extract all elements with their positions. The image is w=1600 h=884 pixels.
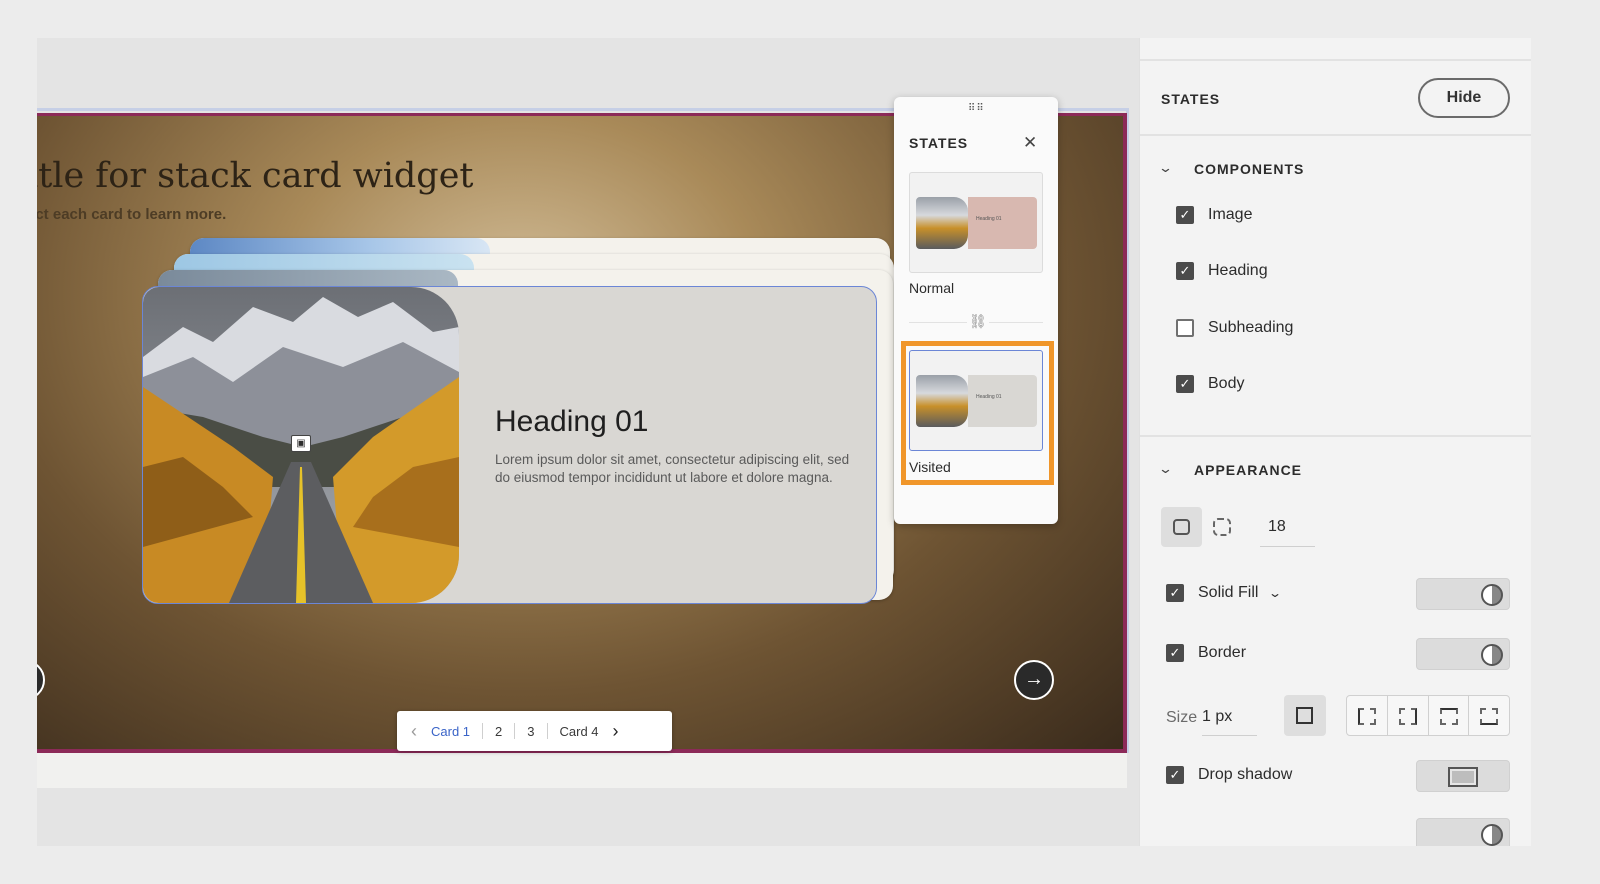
next-swatch-partial[interactable] — [1416, 818, 1510, 846]
border-all-sides-button[interactable] — [1284, 695, 1326, 736]
stack-card-front[interactable]: ▣ Heading 01 Lorem ipsum dolor sit amet,… — [142, 286, 877, 604]
drop-shadow-label: Drop shadow — [1198, 766, 1293, 783]
state-thumb-normal[interactable]: Heading 01 — [909, 172, 1043, 273]
opacity-icon[interactable] — [1481, 824, 1503, 846]
border-size-label: Size — [1166, 709, 1198, 726]
states-popup-title: STATES — [909, 135, 969, 151]
card-heading[interactable]: Heading 01 — [495, 405, 648, 439]
chevron-down-icon[interactable]: ⌄ — [1158, 160, 1173, 176]
drop-shadow-checkbox[interactable]: ✓ Drop shadow — [1166, 766, 1292, 784]
shadow-icon — [1448, 767, 1478, 787]
border-bottom-button[interactable] — [1469, 696, 1509, 735]
section-divider — [1140, 59, 1531, 61]
checkbox-unchecked-icon[interactable] — [1176, 319, 1194, 337]
state-thumb-body — [968, 197, 1037, 249]
component-label: Image — [1208, 206, 1253, 223]
border-all-icon — [1296, 707, 1313, 724]
prev-arrow-button[interactable]: ← — [37, 660, 45, 700]
card-body[interactable]: Lorem ipsum dolor sit amet, consectetur … — [495, 451, 855, 487]
card-image[interactable]: ▣ — [143, 287, 459, 603]
border-left-icon — [1358, 708, 1376, 725]
pager-separator — [482, 723, 484, 739]
state-thumb-image — [916, 197, 968, 249]
border-top-button[interactable] — [1429, 696, 1470, 735]
pager-separator — [546, 723, 548, 739]
checkbox-checked-icon[interactable]: ✓ — [1166, 584, 1184, 602]
component-heading-checkbox[interactable]: ✓ Heading — [1176, 262, 1268, 280]
drag-handle-icon[interactable]: ⠿⠿ — [968, 103, 985, 114]
border-left-button[interactable] — [1347, 696, 1388, 735]
component-body-checkbox[interactable]: ✓ Body — [1176, 375, 1244, 393]
border-size-input[interactable]: 1 px — [1202, 698, 1257, 736]
slide-title: itle for stack card widget — [37, 156, 474, 196]
state-label-normal: Normal — [909, 280, 955, 296]
pager-item-2[interactable]: 2 — [495, 724, 502, 739]
pager-prev-chevron-icon[interactable]: ‹ — [411, 721, 417, 742]
checkbox-checked-icon[interactable]: ✓ — [1176, 375, 1194, 393]
properties-panel: STATES Hide ⌄ COMPONENTS ✓ Image ✓ Headi… — [1139, 38, 1531, 846]
solid-fill-checkbox[interactable]: ✓ Solid Fill ⌄ — [1166, 584, 1283, 602]
next-arrow-button[interactable]: → — [1014, 660, 1054, 700]
checkbox-checked-icon[interactable]: ✓ — [1176, 206, 1194, 224]
solid-fill-swatch[interactable] — [1416, 578, 1510, 610]
image-placeholder-icon[interactable]: ▣ — [291, 435, 311, 452]
uniform-corner-button[interactable] — [1161, 507, 1202, 547]
appearance-section-title[interactable]: APPEARANCE — [1194, 462, 1302, 478]
individual-corners-icon[interactable] — [1213, 518, 1231, 536]
components-section-title[interactable]: COMPONENTS — [1194, 161, 1304, 177]
component-label: Subheading — [1208, 319, 1294, 336]
checkbox-checked-icon[interactable]: ✓ — [1166, 644, 1184, 662]
app-root: itle for stack card widget ect each card… — [0, 0, 1600, 884]
panel-title: STATES — [1161, 91, 1221, 107]
close-icon[interactable]: ✕ — [1023, 133, 1037, 153]
state-thumb-heading: Heading 01 — [976, 216, 1002, 222]
opacity-icon[interactable] — [1481, 584, 1503, 606]
opacity-icon[interactable] — [1481, 644, 1503, 666]
component-image-checkbox[interactable]: ✓ Image — [1176, 206, 1252, 224]
component-label: Heading — [1208, 262, 1268, 279]
pager-item-card-1[interactable]: Card 1 — [431, 724, 470, 739]
rounded-square-icon — [1173, 519, 1190, 535]
border-bottom-icon — [1480, 708, 1499, 725]
border-right-icon — [1398, 708, 1417, 725]
slide-subtitle: ect each card to learn more. — [37, 206, 227, 223]
border-label: Border — [1198, 644, 1247, 661]
section-divider — [1140, 134, 1531, 136]
pager-next-chevron-icon[interactable]: › — [613, 721, 619, 742]
border-color-swatch[interactable] — [1416, 638, 1510, 670]
hide-button[interactable]: Hide — [1418, 78, 1510, 118]
border-top-icon — [1439, 708, 1458, 725]
chevron-down-icon[interactable]: ⌄ — [1158, 461, 1173, 477]
card-pager: ‹ Card 1 2 3 Card 4 › — [397, 711, 672, 751]
pager-separator — [514, 723, 516, 739]
corner-radius-input[interactable]: 18 — [1260, 507, 1315, 547]
checkbox-checked-icon[interactable]: ✓ — [1176, 262, 1194, 280]
checkbox-checked-icon[interactable]: ✓ — [1166, 766, 1184, 784]
border-checkbox[interactable]: ✓ Border — [1166, 644, 1246, 662]
component-label: Body — [1208, 375, 1245, 392]
chevron-down-icon[interactable]: ⌄ — [1268, 586, 1282, 600]
border-right-button[interactable] — [1388, 696, 1429, 735]
component-subheading-checkbox[interactable]: Subheading — [1176, 319, 1293, 337]
selected-state-highlight — [901, 341, 1054, 485]
border-sides-group — [1346, 695, 1510, 736]
unlink-icon[interactable]: ⛓ — [967, 313, 989, 330]
drop-shadow-swatch[interactable] — [1416, 760, 1510, 792]
solid-fill-label: Solid Fill — [1198, 584, 1259, 601]
pager-item-card-4[interactable]: Card 4 — [560, 724, 599, 739]
pager-item-3[interactable]: 3 — [527, 724, 534, 739]
section-divider — [1140, 435, 1531, 437]
